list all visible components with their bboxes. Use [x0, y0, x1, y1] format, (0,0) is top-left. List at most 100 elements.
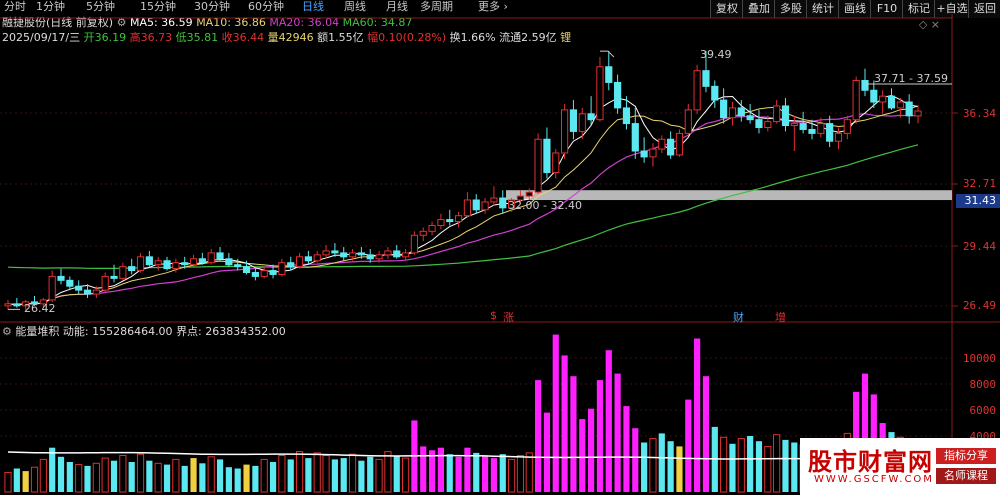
volume-bar	[119, 455, 127, 493]
candle-body	[543, 138, 551, 174]
volume-bar	[22, 471, 29, 492]
candle-body	[340, 252, 348, 258]
kline-chart[interactable]	[0, 0, 1000, 495]
candle-body	[614, 81, 622, 109]
candle-body	[914, 110, 922, 117]
event-dividend[interactable]: $	[490, 309, 497, 322]
candle-body	[446, 219, 454, 223]
volume-bar	[322, 455, 330, 493]
candle-body	[278, 262, 286, 275]
candle-body	[110, 275, 118, 279]
volume-axis-label: 10000	[962, 352, 996, 365]
candle-body	[198, 258, 206, 264]
candle-body	[234, 264, 242, 268]
volume-bar	[543, 412, 551, 492]
volume-bar	[676, 446, 683, 492]
volume-bar	[614, 373, 621, 492]
indicator-title[interactable]: 能量堆积	[15, 325, 59, 338]
current-price-tag: 31.43	[956, 194, 1000, 208]
candle-body	[499, 197, 507, 209]
candle-body	[410, 234, 418, 254]
candle-body	[561, 109, 569, 154]
candle-body	[702, 70, 710, 87]
candle-body	[764, 121, 772, 128]
candle-body	[295, 256, 304, 268]
candle-body	[826, 123, 834, 142]
candle-body	[92, 289, 100, 295]
event-rise[interactable]: 涨	[503, 309, 514, 325]
volume-bar	[481, 455, 489, 492]
volume-bar	[773, 434, 781, 493]
indicator-line: ⚙ 能量堆积 动能: 155286464.00 界点: 263834352.00	[2, 325, 286, 339]
volume-bar	[641, 442, 648, 492]
candle-body	[172, 262, 180, 270]
volume-bar	[658, 433, 665, 492]
candle-body	[605, 66, 613, 83]
candle-body	[728, 107, 737, 119]
volume-bar	[694, 338, 701, 492]
volume-bar	[358, 460, 365, 492]
candle-body	[834, 132, 843, 142]
candle-body	[207, 252, 215, 264]
watermark-badge-share: 指标分享	[936, 448, 996, 464]
low-mark-label: 26.42	[24, 302, 56, 315]
candle-body	[75, 285, 83, 291]
volume-bar	[243, 464, 250, 492]
volume-bar	[737, 438, 745, 493]
volume-bar	[401, 457, 410, 493]
watermark-title: 股市财富网	[808, 448, 933, 476]
candle-body	[693, 70, 701, 111]
volume-bar	[154, 462, 162, 493]
volume-bar	[84, 465, 91, 492]
candle-body	[525, 191, 533, 197]
candle-body	[428, 224, 436, 232]
candle-body	[896, 101, 904, 109]
candle-body	[808, 128, 816, 134]
volume-bar	[216, 459, 224, 492]
volume-bar	[747, 436, 754, 492]
volume-bar	[287, 459, 294, 492]
volume-bar	[579, 419, 586, 492]
candle-body	[225, 258, 233, 266]
candle-body	[181, 262, 189, 266]
candle-body	[136, 256, 145, 272]
candle-body	[13, 303, 21, 307]
candle-body	[322, 250, 330, 256]
indicator-settings-icon[interactable]: ⚙	[2, 325, 12, 338]
candle-body	[675, 132, 684, 156]
volume-bar	[367, 456, 374, 492]
candle-body	[755, 119, 763, 128]
volume-bar	[199, 463, 206, 492]
candle-body	[463, 199, 472, 217]
volume-bar	[508, 458, 516, 493]
volume-bar	[685, 399, 692, 492]
volume-bar	[393, 455, 400, 492]
ma20-line	[7, 113, 919, 306]
volume-bar	[455, 456, 462, 492]
volume-bar	[75, 464, 83, 493]
volume-bar	[252, 465, 259, 492]
candle-body	[163, 260, 171, 270]
candle-body	[366, 254, 374, 260]
candle-body	[287, 262, 295, 268]
candle-body	[711, 85, 719, 101]
candle-body	[251, 271, 259, 277]
volume-bar	[30, 466, 39, 493]
volume-bar	[92, 462, 100, 493]
candle-body	[578, 113, 586, 132]
candle-body	[119, 266, 127, 279]
event-finance[interactable]: 财	[733, 309, 744, 325]
candle-body	[260, 270, 268, 277]
volume-bar	[278, 455, 286, 493]
volume-bar	[720, 436, 728, 493]
candle-body	[861, 79, 869, 91]
event-increase[interactable]: 增	[775, 309, 786, 325]
volume-bar	[667, 441, 674, 492]
price-axis-label: 32.71	[962, 177, 996, 190]
candle-body	[817, 123, 825, 134]
volume-bar	[305, 458, 312, 492]
volume-axis-label: 6000	[969, 404, 997, 417]
candle-body	[879, 95, 887, 103]
volume-bar	[561, 355, 568, 492]
watermark-url: WWW.GSCFW.COM	[814, 474, 934, 485]
